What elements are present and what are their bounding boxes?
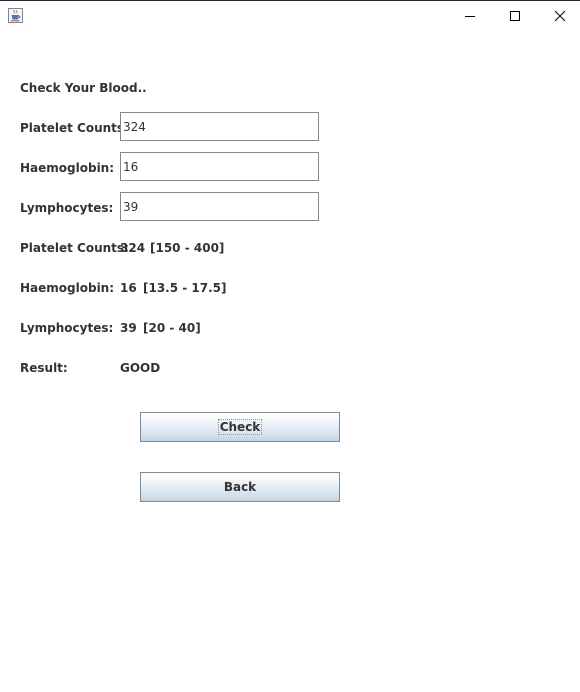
result-label: Result:	[20, 361, 68, 375]
page-title: Check Your Blood..	[20, 81, 147, 95]
check-button[interactable]: Check	[140, 412, 340, 442]
lymphocytes-normal-range: [20 - 40]	[143, 321, 201, 335]
maximize-button[interactable]	[492, 1, 538, 31]
platelet-result-label: Platelet Counts:	[20, 241, 129, 255]
maximize-icon	[510, 11, 520, 21]
result-value: GOOD	[120, 361, 161, 375]
minimize-button[interactable]	[447, 1, 493, 31]
lymphocytes-result-value: 39	[120, 321, 137, 335]
platelet-normal-range: [150 - 400]	[150, 241, 225, 255]
close-button[interactable]	[537, 1, 580, 31]
title-bar	[0, 1, 580, 31]
haemoglobin-result-label: Haemoglobin:	[20, 281, 115, 295]
java-cup-icon	[8, 8, 23, 23]
lymphocytes-input[interactable]	[120, 192, 319, 221]
app-window: Check Your Blood.. Platelet Counts Haemo…	[0, 0, 580, 692]
back-button-label: Back	[223, 480, 257, 494]
platelet-label: Platelet Counts	[20, 121, 125, 135]
close-icon	[554, 10, 566, 22]
haemoglobin-result-value: 16	[120, 281, 137, 295]
lymphocytes-result-label: Lymphocytes:	[20, 321, 114, 335]
platelet-input[interactable]	[120, 112, 319, 141]
minimize-icon	[465, 16, 475, 17]
haemoglobin-normal-range: [13.5 - 17.5]	[143, 281, 227, 295]
haemoglobin-input[interactable]	[120, 152, 319, 181]
platelet-result-value: 324	[120, 241, 146, 255]
back-button[interactable]: Back	[140, 472, 340, 502]
check-button-label: Check	[217, 419, 263, 435]
lymphocytes-label: Lymphocytes:	[20, 201, 114, 215]
haemoglobin-label: Haemoglobin:	[20, 161, 115, 175]
